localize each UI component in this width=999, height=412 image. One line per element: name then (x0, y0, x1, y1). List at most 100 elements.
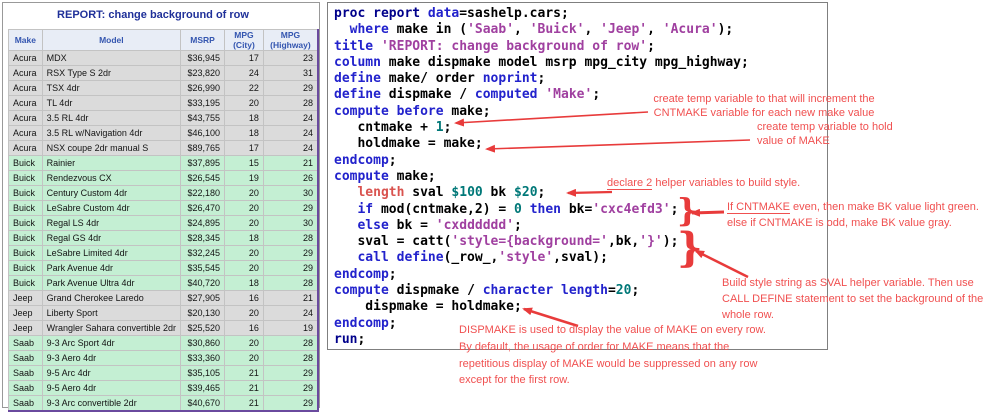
column-header: MPG (City) (224, 29, 264, 51)
code-token: ; (537, 71, 546, 87)
annotation-note: Build style string as SVAL helper variab… (722, 275, 999, 323)
code-token: compute before (334, 103, 444, 119)
cell-city: 17 (224, 50, 264, 66)
code-token: proc report (334, 6, 421, 21)
cell-make: Saab (8, 350, 43, 366)
cell-hwy: 24 (262, 125, 319, 141)
cell-msrp: $25,520 (180, 320, 226, 336)
cell-model: 3.5 RL w/Navigation 4dr (41, 125, 182, 141)
screenshot-root: { "report_panel": { "title": "REPORT: ch… (0, 0, 999, 412)
annotation-note: DISPMAKE is used to display the value of… (459, 322, 789, 389)
code-line: define make/ order noprint; (334, 71, 827, 87)
cell-city: 16 (224, 320, 264, 336)
table-row: Acura NSX coupe 2dr manual S $89,765 17 24 (8, 140, 319, 156)
code-token: , (584, 22, 601, 38)
cell-model: NSX coupe 2dr manual S (41, 140, 182, 156)
cell-model: LeSabre Custom 4dr (41, 200, 182, 216)
cell-make: Buick (8, 170, 43, 186)
code-token: dispmake / (380, 87, 475, 103)
code-token: length (357, 185, 405, 201)
code-token: ; (537, 185, 546, 201)
cell-city: 22 (224, 80, 264, 96)
table-row: Acura TL 4dr $33,195 20 28 (8, 95, 319, 111)
code-token: define (334, 87, 381, 103)
cell-msrp: $27,905 (180, 290, 226, 306)
cell-hwy: 24 (262, 140, 319, 156)
table-row: Buick LeSabre Limited 4dr $32,245 20 29 (8, 245, 319, 261)
cell-msrp: $22,180 (180, 185, 226, 201)
cell-hwy: 24 (262, 305, 319, 321)
code-token: 'cxdddddd' (435, 217, 515, 233)
column-header: MPG (Highway) (262, 29, 319, 51)
code-token: dispmake = holdmake; (334, 299, 522, 315)
cars-table: Make Model MSRP MPG (City) MPG (Highway) Acu… (8, 29, 319, 412)
table-row: Buick Park Avenue Ultra 4dr $40,720 18 28 (8, 275, 319, 291)
cell-msrp: $46,100 (180, 125, 226, 141)
cell-hwy: 31 (262, 65, 319, 81)
code-token: 20 (615, 283, 632, 299)
cell-city: 19 (224, 170, 264, 186)
cell-hwy: 21 (262, 155, 319, 171)
header-row: Make Model MSRP MPG (City) MPG (Highway) (8, 29, 319, 51)
annotation-text: declare 2 (607, 177, 653, 190)
code-token: sval (404, 185, 452, 201)
cell-make: Saab (8, 365, 43, 381)
code-token: compute (334, 283, 389, 299)
code-token: 'style={background=' (451, 234, 608, 250)
cell-city: 20 (224, 215, 264, 231)
code-token: ; (514, 217, 522, 233)
cell-make: Buick (8, 200, 43, 216)
cell-city: 16 (224, 290, 264, 306)
annotation-note: create temp variable to that will increm… (638, 92, 890, 120)
cell-hwy: 28 (262, 335, 319, 351)
table-row: Saab 9-5 Aero 4dr $39,465 21 29 (8, 380, 319, 396)
cell-hwy: 28 (262, 95, 319, 111)
column-header: Model (41, 29, 182, 51)
code-line: call define(_row_,'style',sval); (334, 250, 827, 266)
cell-msrp: $35,545 (180, 260, 226, 276)
code-token: title (334, 38, 374, 54)
cell-hwy: 29 (262, 200, 319, 216)
cell-make: Acura (8, 125, 43, 141)
code-token: bk= (561, 201, 593, 217)
table-row: Acura MDX $36,945 17 23 (8, 50, 319, 66)
cell-model: 3.5 RL 4dr (41, 110, 182, 126)
code-token: ,bk, (607, 234, 640, 250)
annotation-note: If CNTMAKE even, then make BK value ligh… (727, 200, 999, 231)
table-row: Buick LeSabre Custom 4dr $26,470 20 29 (8, 200, 319, 216)
code-token: 1 (435, 120, 444, 136)
cell-msrp: $26,470 (180, 200, 226, 216)
code-token: data (427, 6, 460, 21)
cell-model: 9-5 Arc 4dr (41, 365, 182, 381)
cell-city: 21 (224, 365, 264, 381)
cell-msrp: $28,345 (180, 230, 226, 246)
cell-make: Buick (8, 155, 43, 171)
cell-msrp: $23,820 (180, 65, 226, 81)
column-header: Make (8, 29, 43, 51)
cell-hwy: 28 (262, 350, 319, 366)
cell-msrp: $33,360 (180, 350, 226, 366)
code-token: 'Saab' (467, 22, 515, 38)
code-token: $100 (451, 185, 483, 201)
code-line: column make dispmake model msrp mpg_city… (334, 55, 827, 71)
code-token: 'style' (498, 250, 554, 266)
code-token: then (529, 201, 561, 217)
cell-make: Buick (8, 260, 43, 276)
cell-city: 21 (224, 395, 264, 412)
annotation-text: If CNTMAKE (727, 201, 790, 214)
cell-model: Park Avenue Ultra 4dr (41, 275, 182, 291)
cell-city: 20 (224, 305, 264, 321)
cell-model: Century Custom 4dr (41, 185, 182, 201)
cell-model: RSX Type S 2dr (41, 65, 182, 81)
annotation-text: Build style string as SVAL helper variab… (722, 277, 974, 289)
cell-city: 18 (224, 125, 264, 141)
code-line: title 'REPORT: change background of row'… (334, 39, 827, 55)
code-token: make; (388, 168, 436, 184)
code-token: ; (357, 331, 366, 347)
table-row: Jeep Grand Cherokee Laredo $27,905 16 21 (8, 290, 319, 306)
cell-make: Jeep (8, 290, 43, 306)
table-row: Buick Century Custom 4dr $22,180 20 30 (8, 185, 319, 201)
